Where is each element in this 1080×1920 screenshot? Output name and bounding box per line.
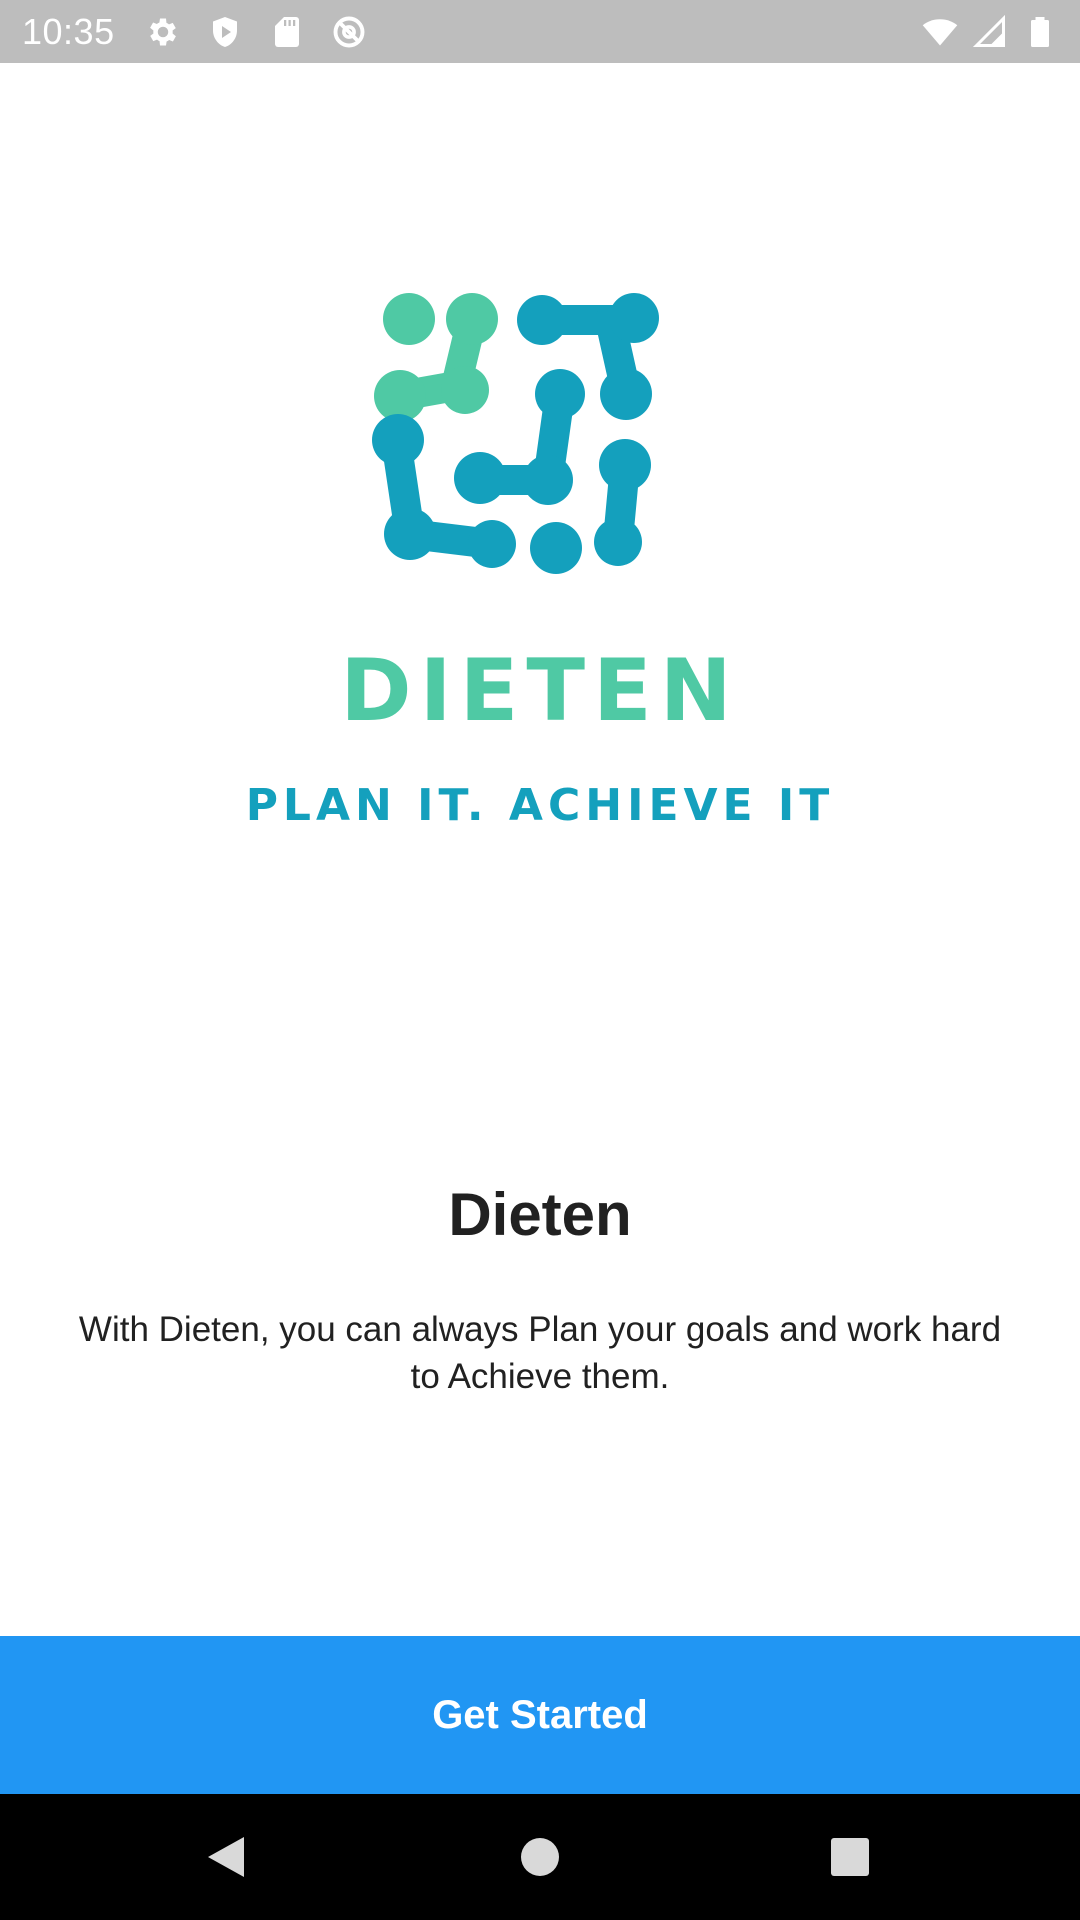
status-icons-left (145, 14, 367, 50)
status-time: 10:35 (22, 10, 115, 52)
app-description: With Dieten, you can always Plan your go… (78, 1310, 1002, 1396)
get-started-button[interactable]: Get Started (0, 1636, 1080, 1794)
home-icon (521, 1838, 559, 1876)
navigation-bar (0, 1794, 1080, 1920)
back-button[interactable] (156, 1794, 296, 1920)
recents-icon (831, 1838, 869, 1876)
status-bar: 10:35 (0, 0, 1080, 63)
sd-card-icon (274, 16, 299, 47)
settings-icon (149, 18, 176, 45)
wifi-icon (922, 18, 958, 45)
app-title: Dieten (448, 1181, 632, 1248)
recents-button[interactable] (780, 1794, 920, 1920)
dieten-logo-mark (372, 293, 659, 574)
brand-tagline: PLAN IT. ACHIEVE IT (245, 780, 835, 831)
back-icon (208, 1837, 244, 1877)
shield-icon (212, 16, 237, 47)
do-not-disturb-icon (333, 16, 365, 47)
battery-icon (1031, 16, 1049, 47)
onboarding-screen: 10:35 DIETEN PLAN IT. ACHIEVE IT Dieten … (0, 0, 1080, 1920)
dieten-logo: DIETEN PLAN IT. ACHIEVE IT (0, 290, 1080, 828)
status-icons-right (922, 14, 1058, 50)
brand-name: DIETEN (340, 641, 740, 741)
cellular-signal-icon (972, 14, 1005, 47)
home-button[interactable] (470, 1794, 610, 1920)
